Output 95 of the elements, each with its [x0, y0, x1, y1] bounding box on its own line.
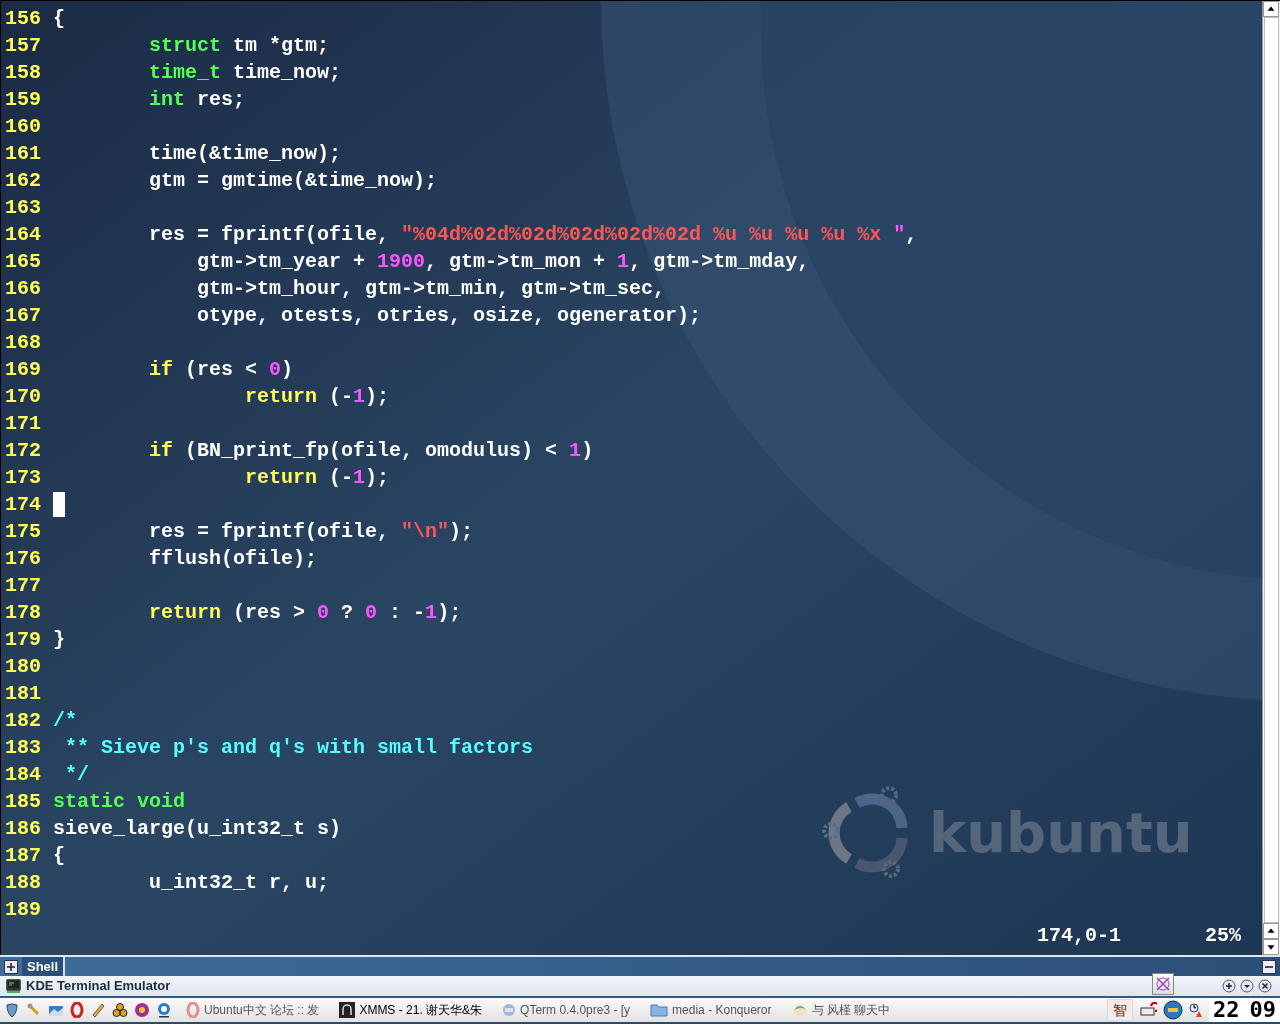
code-line: time(&time_now); — [148, 141, 342, 167]
shell-tab[interactable]: Shell — [22, 957, 66, 976]
line-number: 165 — [5, 249, 42, 275]
line-number: 188 — [5, 870, 42, 896]
scrollbar-thumb[interactable] — [1264, 17, 1279, 923]
line-number: 174 — [5, 492, 42, 518]
code-line: { — [53, 6, 65, 32]
scim-icon[interactable] — [1152, 973, 1174, 995]
line-number: 172 — [5, 438, 42, 464]
wrench-icon[interactable] — [26, 1002, 42, 1018]
code-line: time_t time_now; — [148, 60, 342, 86]
line-number: 164 — [5, 222, 42, 248]
window-title: KDE Terminal Emulator — [26, 977, 171, 996]
line-number: 189 — [5, 897, 42, 923]
line-number: 163 — [5, 195, 42, 221]
code-line: res = fprintf(ofile, "%04d%02d%02d%02d%02d%02d %u %u %u %u %x ", — [148, 222, 918, 248]
taskbar-button[interactable]: media - Konqueror — [648, 999, 774, 1021]
shield-icon[interactable] — [4, 1002, 20, 1018]
line-number: 176 — [5, 546, 42, 572]
code-line: return (res > 0 ? 0 : -1); — [148, 600, 462, 626]
pencil-icon[interactable] — [90, 1002, 106, 1018]
line-number: 166 — [5, 276, 42, 302]
code-line: gtm->tm_hour, gtm->tm_min, gtm->tm_sec, — [196, 276, 666, 302]
taskbar-button[interactable]: XMMS - 21. 谢天华&朱 — [337, 999, 485, 1021]
line-number: 175 — [5, 519, 42, 545]
line-number: 161 — [5, 141, 42, 167]
code-line: if (BN_print_fp(ofile, omodulus) < 1) — [148, 438, 594, 464]
line-number: 167 — [5, 303, 42, 329]
line-number: 162 — [5, 168, 42, 194]
scroll-up-icon[interactable] — [1263, 923, 1279, 939]
code-line: int res; — [148, 87, 246, 113]
line-number: 182 — [5, 708, 42, 734]
ring-icon — [186, 1002, 200, 1018]
term-badge-icon[interactable] — [1163, 1000, 1183, 1020]
code-line: if (res < 0) — [148, 357, 294, 383]
scroll-down-icon[interactable] — [1263, 939, 1279, 955]
code-line: */ — [64, 762, 89, 788]
clock[interactable]: 22 09 — [1209, 998, 1280, 1022]
code-line: u_int32_t r, u; — [148, 870, 330, 896]
line-number: 180 — [5, 654, 42, 680]
close-icon[interactable] — [1258, 979, 1272, 993]
code-line: fflush(ofile); — [148, 546, 318, 572]
new-tab-icon[interactable] — [4, 959, 18, 974]
folder-icon — [650, 1003, 669, 1017]
line-number: 184 — [5, 762, 42, 788]
line-number: 171 — [5, 411, 42, 437]
plus-button-icon[interactable] — [1222, 979, 1236, 993]
line-number: 187 — [5, 843, 42, 869]
code-line: otype, otests, otries, osize, ogenerator); — [196, 303, 702, 329]
scroll-up-icon[interactable] — [1263, 1, 1279, 17]
code-line: res = fprintf(ofile, "\n"); — [148, 519, 474, 545]
code-line: struct tm *gtm; — [148, 33, 330, 59]
dropdown-button-icon[interactable] — [1240, 979, 1254, 993]
code-line: sieve_large(u_int32_t s) — [53, 816, 342, 842]
code-line: } — [53, 627, 65, 653]
taskbar-button[interactable]: Ubuntu中文 论坛 :: 发 — [184, 999, 322, 1021]
line-number: 181 — [5, 681, 42, 707]
ring-icon[interactable] — [70, 1002, 84, 1018]
line-number: 185 — [5, 789, 42, 815]
cursor-position: 174,0-1 — [1037, 923, 1121, 949]
arch-icon — [339, 1002, 356, 1018]
code-line: ** Sieve p's and q's with small factors — [64, 735, 534, 761]
line-number: 179 — [5, 627, 42, 653]
line-number: 173 — [5, 465, 42, 491]
taskbar-button[interactable]: 与 风槿 聊天中 — [789, 999, 893, 1021]
globe-icon[interactable] — [156, 1002, 172, 1018]
code-line: return (-1); — [244, 384, 390, 410]
minimize-icon[interactable] — [1262, 959, 1276, 974]
line-number: 183 — [5, 735, 42, 761]
line-number: 157 — [5, 33, 42, 59]
line-number: 160 — [5, 114, 42, 140]
line-number: 169 — [5, 357, 42, 383]
code-line: static void — [53, 789, 186, 815]
line-number: 159 — [5, 87, 42, 113]
taskbar-button[interactable]: QTerm 0.4.0pre3 - [y — [500, 999, 633, 1021]
input-method-indicator[interactable]: 智 — [1107, 999, 1133, 1021]
code-line: /* — [53, 708, 77, 734]
line-number: 170 — [5, 384, 42, 410]
line-number: 156 — [5, 6, 42, 32]
code-line: gtm->tm_year + 1900, gtm->tm_mon + 1, gtm->tm_mday, — [196, 249, 810, 275]
line-number: 178 — [5, 600, 42, 626]
badge-icon — [502, 1003, 517, 1017]
cartoon-head-icon — [791, 1002, 808, 1018]
scrollbar[interactable] — [1262, 1, 1280, 955]
code-line: { — [53, 843, 65, 869]
line-number: 158 — [5, 60, 42, 86]
line-number: 168 — [5, 330, 42, 356]
line-number: 177 — [5, 573, 42, 599]
scroll-percent: 25% — [1205, 923, 1241, 949]
code-line: gtm = gmtime(&time_now); — [148, 168, 438, 194]
trefoil-icon[interactable] — [112, 1002, 128, 1018]
terminal-icon — [6, 979, 21, 993]
disc-icon[interactable] — [134, 1002, 150, 1018]
code-line: return (-1); — [244, 465, 390, 491]
line-number: 186 — [5, 816, 42, 842]
